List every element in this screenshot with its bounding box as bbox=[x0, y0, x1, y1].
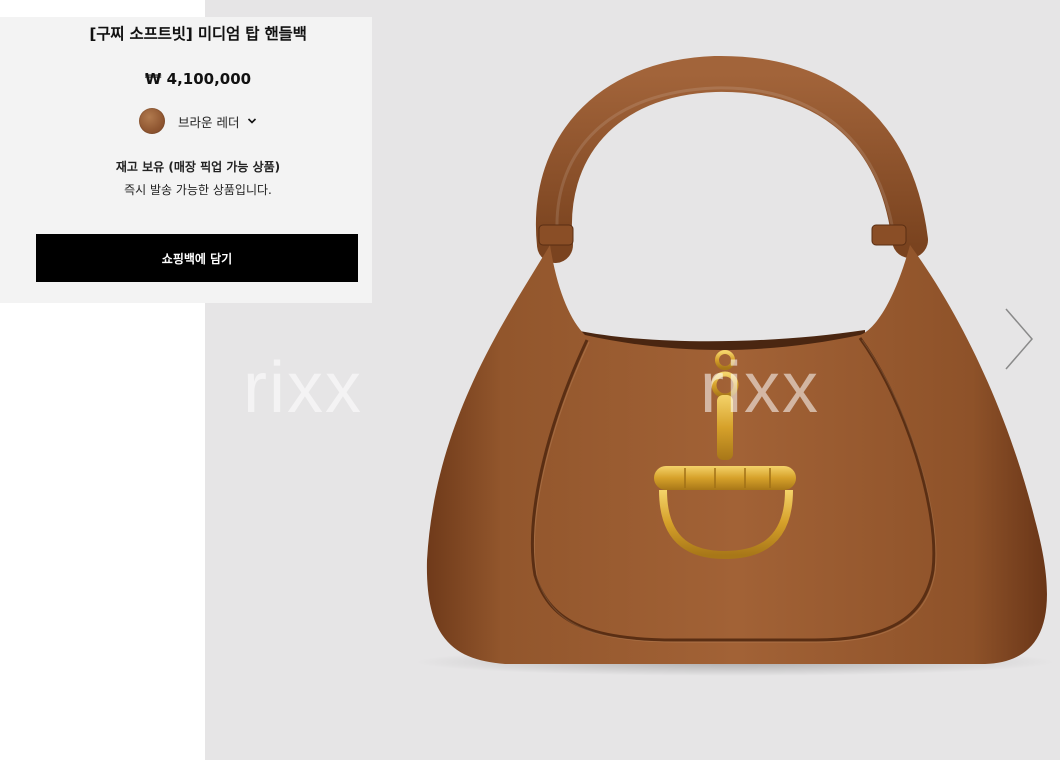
chevron-right-icon[interactable] bbox=[1002, 306, 1038, 372]
chevron-down-icon[interactable] bbox=[247, 116, 257, 126]
color-label: 브라운 레더 bbox=[178, 114, 240, 130]
add-to-bag-button[interactable]: 쇼핑백에 담기 bbox=[36, 234, 358, 282]
product-price: ₩ 4,100,000 bbox=[144, 70, 252, 88]
color-selector[interactable]: 브라운 레더 bbox=[139, 107, 257, 135]
product-title: [구찌 소프트빗] 미디엄 탑 핸들백 bbox=[89, 25, 307, 43]
stock-status: 재고 보유 (매장 픽업 가능 상품) bbox=[115, 160, 281, 174]
shipping-note: 즉시 발송 가능한 상품입니다. bbox=[124, 183, 272, 197]
color-swatch[interactable] bbox=[139, 108, 165, 134]
watermark-text: rixx bbox=[700, 348, 820, 428]
watermark-text: rixx bbox=[243, 348, 363, 428]
